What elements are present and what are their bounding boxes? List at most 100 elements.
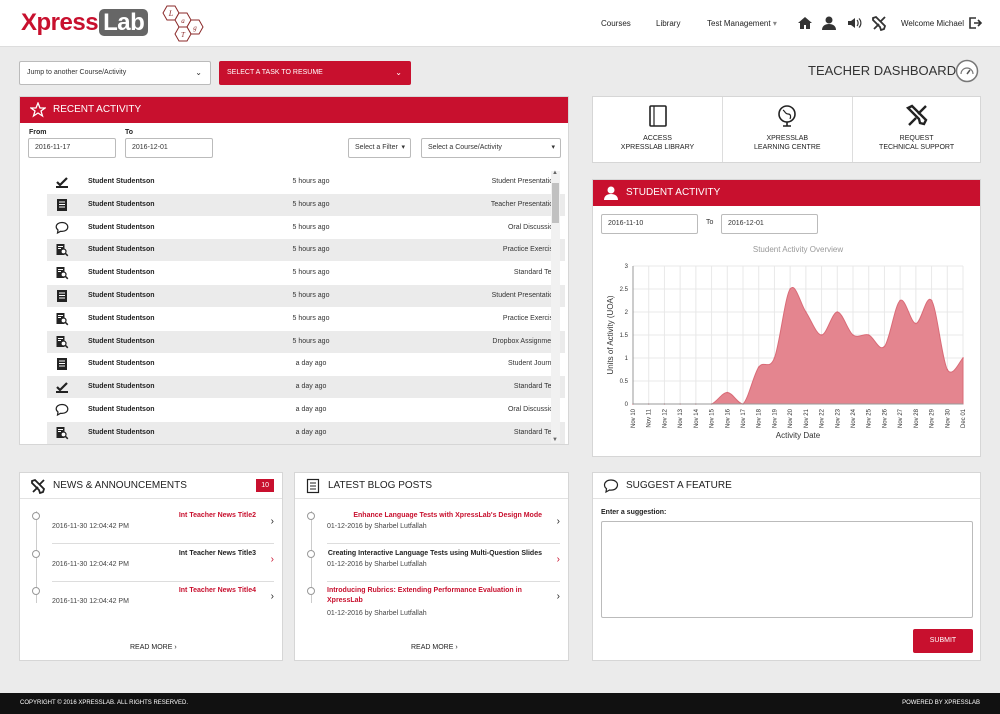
chevron-right-icon: ›: [270, 553, 274, 565]
student-name: Student Studentson: [88, 314, 155, 322]
tools-icon[interactable]: [871, 15, 887, 31]
recent-activity-panel: RECENT ACTIVITY From 2016-11-17 To 2016-…: [19, 96, 569, 445]
to-date-input[interactable]: 2016-12-01: [125, 138, 213, 158]
activity-row[interactable]: Student Studentson 5 hours ago Dropbox Ass…: [47, 330, 565, 353]
news-item[interactable]: Int Teacher News Title2 2016-11-30 12:04:…: [32, 507, 274, 544]
x-tick-label: Nov 27: [898, 408, 904, 428]
y-tick-label: 2: [625, 310, 629, 316]
data-point: [726, 391, 729, 394]
blog-item-meta: 01-12-2016 by Sharbel Lutfallah: [327, 560, 427, 568]
welcome-label: Welcome: [901, 19, 935, 28]
chevron-down-icon: ⌄: [195, 68, 202, 77]
from-date-input[interactable]: 2016-11-17: [28, 138, 116, 158]
nav-test-management-label: Test Management: [707, 19, 771, 28]
activity-type: Student Presentation: [491, 292, 557, 299]
filter-select-label: Select a Filter: [355, 144, 398, 151]
nav-test-management[interactable]: Test Management ▾: [707, 19, 777, 28]
scrollbar-thumb[interactable]: [552, 183, 559, 223]
blog-read-more-label: READ MORE: [411, 644, 454, 651]
y-axis-label: Units of Activity (UOA): [606, 295, 615, 374]
y-tick-label: 0: [625, 402, 629, 408]
news-item[interactable]: Int Teacher News Title3 2016-11-30 12:04:…: [32, 545, 274, 582]
activity-row[interactable]: Student Studentson a day ago Standard Test: [47, 376, 565, 399]
data-point: [915, 322, 917, 325]
jump-course-select[interactable]: Jump to another Course/Activity ⌄: [19, 61, 211, 85]
suggest-title: SUGGEST A FEATURE: [626, 480, 732, 491]
quick-link-3[interactable]: REQUEST TECHNICAL SUPPORT: [851, 97, 981, 162]
news-item-title: Int Teacher News Title2: [178, 512, 256, 519]
activity-row[interactable]: Student Studentson 5 hours ago Student Pre…: [47, 171, 565, 193]
activity-row[interactable]: Student Studentson 5 hours ago Standard Te…: [47, 262, 565, 284]
news-item-title: Int Teacher News Title4: [178, 587, 256, 594]
caret-down-icon: ▾: [551, 144, 555, 151]
scrollbar[interactable]: ▲ ▼: [551, 170, 560, 443]
blog-item[interactable]: Introducing Rubrics: Extending Performan…: [307, 582, 560, 619]
home-icon[interactable]: [797, 15, 813, 31]
quick-link-1[interactable]: ACCESS XPRESSLAB LIBRARY: [593, 97, 722, 162]
activity-type: Oral Discussion: [507, 223, 557, 231]
scroll-down-icon[interactable]: ▼: [552, 437, 558, 443]
blog-read-more-link[interactable]: READ MORE ›: [411, 644, 458, 651]
news-header: NEWS & ANNOUNCEMENTS 10: [20, 473, 282, 499]
blog-item[interactable]: Enhance Language Tests with XpressLab's …: [307, 507, 560, 544]
news-item-title: Int Teacher News Title3: [178, 549, 256, 557]
news-read-more-link[interactable]: READ MORE ›: [130, 644, 177, 651]
svg-text:g: g: [193, 24, 197, 32]
activity-time: 5 hours ago: [292, 246, 330, 254]
timeline-dot: [32, 549, 40, 558]
course-activity-label: Select a Course/Activity: [428, 144, 502, 151]
activity-row[interactable]: Student Studentson a day ago Standard Test: [47, 421, 565, 444]
y-tick-label: 1: [625, 356, 629, 362]
timeline-dot: [32, 587, 40, 595]
quick-link-2[interactable]: XPRESSLAB LEARNING CENTRE: [722, 97, 851, 162]
news-item[interactable]: Int Teacher News Title4 2016-11-30 12:04:…: [32, 582, 274, 619]
quick-link-line1: XPRESSLAB: [766, 135, 809, 142]
student-activity-title: STUDENT ACTIVITY: [626, 187, 721, 198]
scroll-up-icon[interactable]: ▲: [552, 170, 558, 176]
logo-text-xpress: Xpress: [21, 9, 99, 36]
filter-select[interactable]: Select a Filter ▾: [348, 138, 411, 158]
x-tick-label: Nov 26: [882, 408, 888, 428]
news-panel: NEWS & ANNOUNCEMENTS 10 Int Teacher News…: [19, 472, 283, 661]
activity-time: 5 hours ago: [292, 178, 330, 185]
quick-links-panel: ACCESS XPRESSLAB LIBRARY XPRESSLAB LEARNING…: [592, 96, 981, 163]
data-point: [789, 288, 791, 290]
activity-row[interactable]: Student Studentson a day ago Oral Discussi…: [47, 399, 565, 421]
activity-from-date-input[interactable]: 2016-11-10: [601, 214, 698, 234]
course-activity-select[interactable]: Select a Course/Activity ▾: [421, 138, 561, 158]
nav-courses[interactable]: Courses: [601, 19, 631, 28]
nav-library[interactable]: Library: [656, 19, 680, 28]
document-icon: [306, 478, 320, 494]
xpresslab-logo[interactable]: Xpress Lab: [21, 9, 149, 37]
news-count-badge: 10: [256, 479, 274, 492]
submit-button[interactable]: SUBMIT: [913, 629, 973, 653]
activity-row[interactable]: Student Studentson 5 hours ago Oral Discus…: [47, 217, 565, 239]
suggestion-textarea[interactable]: [601, 521, 973, 618]
y-tick-label: 3: [625, 264, 629, 270]
activity-row[interactable]: Student Studentson 5 hours ago Student Pre…: [47, 285, 565, 307]
logout-icon[interactable]: [967, 15, 983, 31]
blog-panel: LATEST BLOG POSTS Enhance Language Tests…: [294, 472, 569, 661]
speaker-icon[interactable]: [846, 15, 862, 31]
data-point: [852, 334, 854, 336]
x-tick-label: Nov 12: [662, 408, 668, 428]
data-point: [962, 357, 964, 359]
blog-item[interactable]: Creating Interactive Language Tests usin…: [307, 545, 560, 582]
activity-time: 5 hours ago: [292, 337, 330, 345]
activity-to-date-input[interactable]: 2016-12-01: [721, 214, 818, 234]
x-tick-label: Nov 29: [930, 408, 936, 428]
resume-task-select[interactable]: SELECT A TASK TO RESUME ⌄: [219, 61, 411, 85]
activity-row[interactable]: Student Studentson 5 hours ago Teacher Pre…: [47, 193, 565, 216]
blog-item-title: Enhance Language Tests with XpressLab's …: [353, 512, 542, 519]
x-tick-label: Nov 25: [867, 408, 873, 428]
news-item-meta: 2016-11-30 12:04:42 PM: [52, 523, 129, 530]
activity-row[interactable]: Student Studentson a day ago Student Journ…: [47, 353, 565, 375]
user-icon[interactable]: [821, 15, 837, 31]
quick-link-line1: REQUEST: [899, 135, 934, 142]
activity-row[interactable]: Student Studentson 5 hours ago Practice Ex…: [47, 239, 565, 262]
activity-row[interactable]: Student Studentson 5 hours ago Practice Ex…: [47, 308, 565, 330]
student-name: Student Studentson: [88, 178, 155, 185]
data-point: [946, 368, 949, 371]
data-point: [899, 299, 901, 302]
activity-type: Oral Discussion: [507, 406, 557, 413]
